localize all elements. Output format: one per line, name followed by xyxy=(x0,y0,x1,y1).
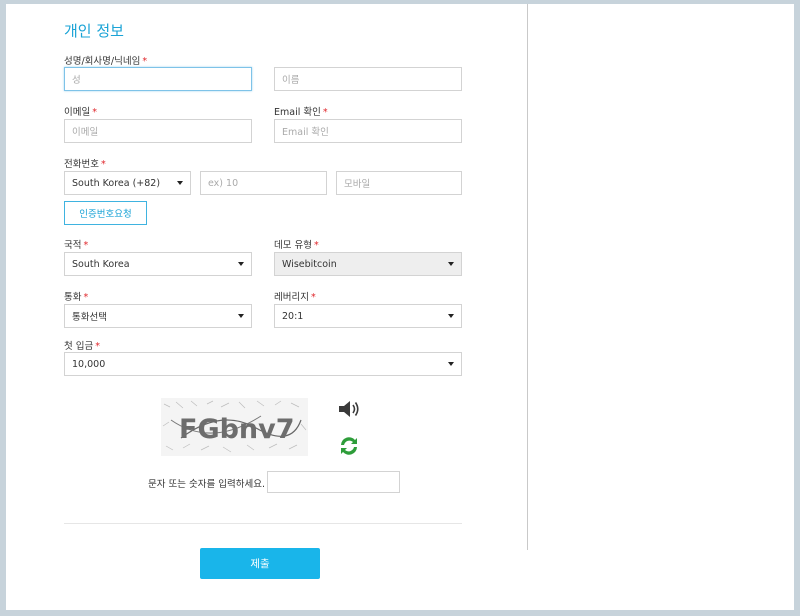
mobile-input[interactable]: 모바일 xyxy=(336,171,462,195)
first-deposit-value: 10,000 xyxy=(72,358,106,370)
vertical-divider xyxy=(527,4,528,550)
nationality-label: 국적 * xyxy=(64,240,89,251)
verify-code-button[interactable]: 인증번호요청 xyxy=(64,201,147,225)
chevron-down-icon xyxy=(448,362,454,366)
area-code-input[interactable]: ex) 10 xyxy=(200,171,327,195)
required-mark: * xyxy=(95,341,100,352)
chevron-down-icon xyxy=(448,314,454,318)
first-name-placeholder: 이름 xyxy=(282,75,300,86)
email-label: 이메일 * xyxy=(64,107,97,118)
chevron-down-icon xyxy=(238,314,244,318)
last-name-placeholder: 성 xyxy=(72,75,81,86)
demo-type-select[interactable]: Wisebitcoin xyxy=(274,252,462,276)
nationality-value: South Korea xyxy=(72,258,130,270)
refresh-icon[interactable] xyxy=(337,434,361,462)
required-mark: * xyxy=(322,107,328,118)
email-confirm-placeholder: Email 확인 xyxy=(282,127,329,138)
chevron-down-icon xyxy=(238,262,244,266)
first-deposit-select[interactable]: 10,000 xyxy=(64,352,462,376)
form-divider xyxy=(64,523,462,524)
required-mark: * xyxy=(92,107,97,118)
captcha-noise: FGbnv7 xyxy=(162,400,307,453)
section-title: 개인 정보 xyxy=(64,22,124,40)
country-code-value: South Korea (+82) xyxy=(72,177,161,189)
required-mark: * xyxy=(310,292,316,303)
captcha-image: FGbnv7 xyxy=(161,398,308,456)
email-confirm-input[interactable]: Email 확인 xyxy=(274,119,462,143)
chevron-down-icon xyxy=(177,181,183,185)
leverage-value: 20:1 xyxy=(282,310,304,322)
currency-value: 통화선택 xyxy=(72,312,107,323)
captcha-input[interactable] xyxy=(267,471,400,493)
email-placeholder: 이메일 xyxy=(72,127,99,138)
chevron-down-icon xyxy=(448,262,454,266)
first-name-input[interactable]: 이름 xyxy=(274,67,462,91)
name-label: 성명/회사명/닉네임 * xyxy=(64,56,148,67)
required-mark: * xyxy=(83,292,89,303)
required-mark: * xyxy=(142,56,148,67)
email-confirm-label: Email 확인 * xyxy=(274,107,328,118)
email-input[interactable]: 이메일 xyxy=(64,119,252,143)
last-name-input[interactable]: 성 xyxy=(64,67,252,91)
area-code-placeholder: ex) 10 xyxy=(208,177,239,189)
country-code-select[interactable]: South Korea (+82) xyxy=(64,171,191,195)
currency-select[interactable]: 통화선택 xyxy=(64,304,252,328)
nationality-select[interactable]: South Korea xyxy=(64,252,252,276)
captcha-text: FGbnv7 xyxy=(179,414,295,445)
demo-type-label: 데모 유형 * xyxy=(274,240,319,251)
mobile-placeholder: 모바일 xyxy=(344,179,371,190)
speaker-icon[interactable] xyxy=(337,399,361,423)
required-mark: * xyxy=(83,240,89,251)
submit-button[interactable]: 제출 xyxy=(200,548,320,579)
leverage-label: 레버리지 * xyxy=(274,292,316,303)
required-mark: * xyxy=(100,159,106,170)
first-deposit-label: 첫 입금 * xyxy=(64,341,100,352)
captcha-instruction: 문자 또는 숫자를 입력하세요. xyxy=(148,479,265,490)
required-mark: * xyxy=(313,240,319,251)
phone-label: 전화번호 * xyxy=(64,159,106,170)
leverage-select[interactable]: 20:1 xyxy=(274,304,462,328)
demo-type-value: Wisebitcoin xyxy=(282,258,337,270)
currency-label: 통화 * xyxy=(64,292,89,303)
